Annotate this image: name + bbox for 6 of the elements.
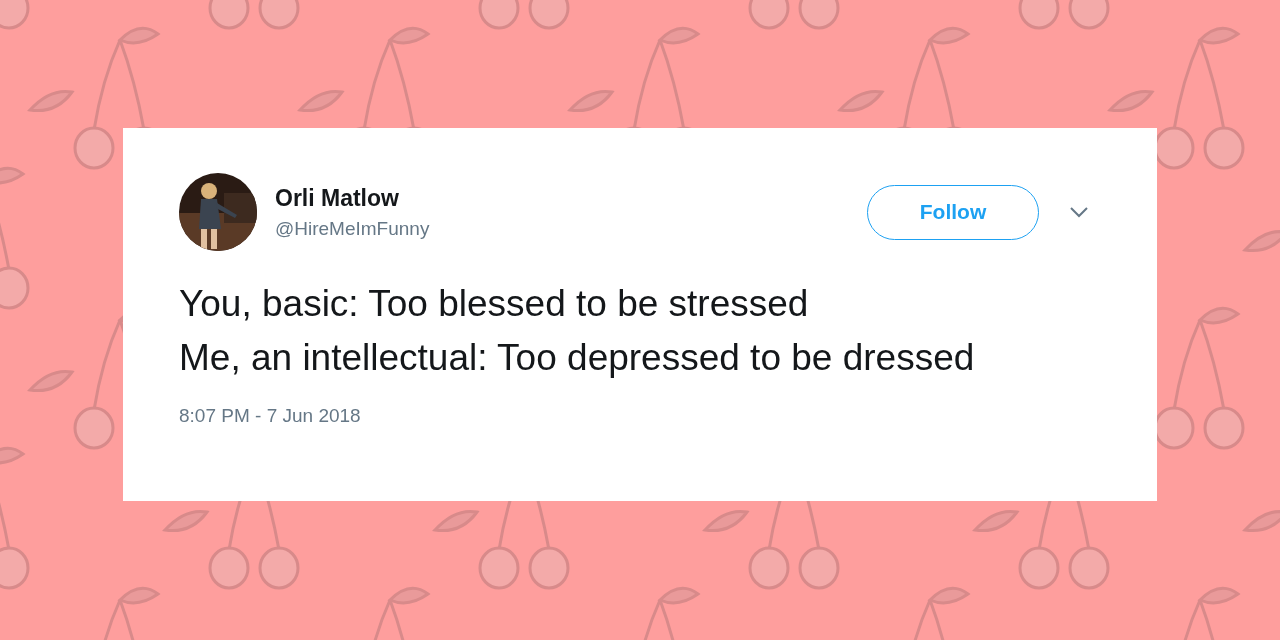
author-name: Orli Matlow [275, 184, 400, 212]
chevron-down-icon[interactable] [1069, 206, 1089, 218]
tweet-text: You, basic: Too blessed to be stressed Me, an intellectual: Too depressed to be dressed [179, 282, 976, 380]
follow-button[interactable]: Follow [867, 184, 1039, 240]
author-handle: @HireMeImFunny [275, 217, 431, 240]
tweet-timestamp: 8:07 PM - 7 Jun 2018 [179, 405, 362, 427]
